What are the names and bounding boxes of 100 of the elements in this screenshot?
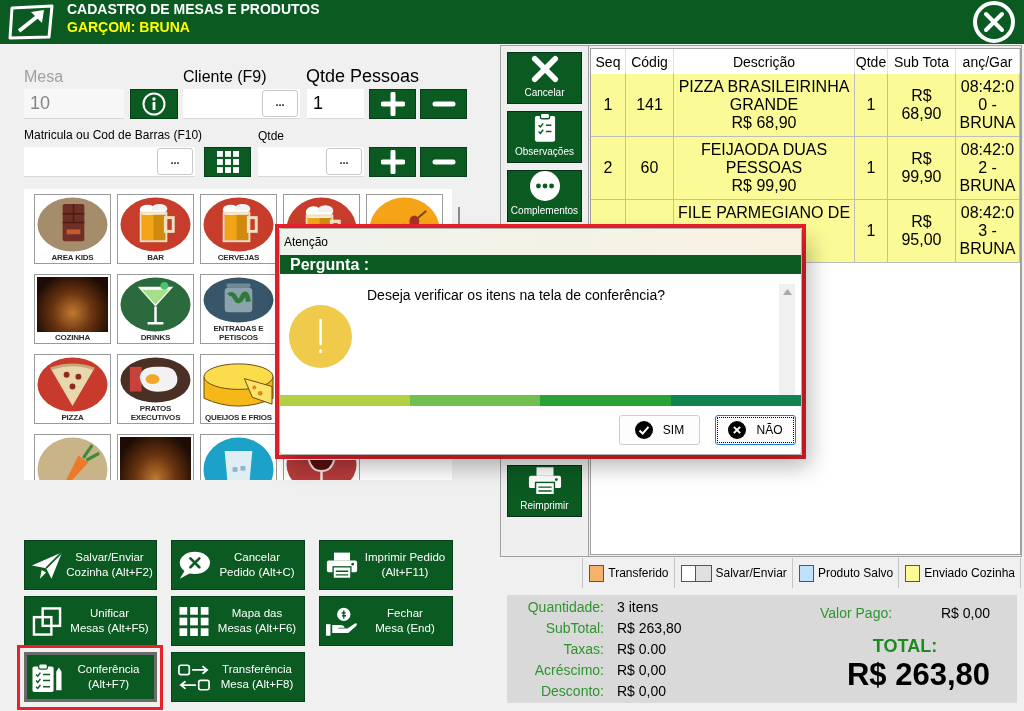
total-value: R$ 263,80 [617,619,682,638]
beer-mug-icon [203,197,274,252]
legend-label: Salvar/Enviar [715,566,787,580]
hand-coin-icon [326,606,358,636]
pizza-slice-icon [37,357,108,412]
warning-icon [289,305,352,368]
dialog-button[interactable]: NÃO [715,415,796,445]
scroll-up-icon [782,289,792,295]
category-tile[interactable]: AREA KIDS [34,194,111,264]
toolbar-button[interactable]: Observações [507,111,582,163]
table-cell: 1 [855,200,888,263]
toolbar-button[interactable]: Complementos [507,170,582,222]
barcode-field[interactable]: ... [24,147,195,177]
table-row[interactable]: 1 141 PIZZA BRASILEIRINHA GRANDE R$ 68,90 1 R$ 68,90 08:42:00 - BRUNA [591,74,1020,137]
speech-bubble-icon [178,550,210,580]
info-icon [142,92,166,116]
cocktail-glass-icon [120,277,191,332]
info-button[interactable] [130,89,178,119]
grid-icon [178,606,210,636]
printer-icon [527,466,562,496]
transfer-arrows-icon [178,662,210,692]
legend-label: Produto Salvo [817,566,894,580]
plus-icon [380,92,405,116]
total-amount: R$ 263,80 [846,658,990,692]
increase-button[interactable] [369,89,416,119]
clipboard-checklist-icon [533,112,556,142]
action-button[interactable]: Unificar Mesas (Alt+F5) [24,596,157,646]
table-row[interactable]: 2 60 FEIJAODA DUAS PESSOAS R$ 99,90 1 R$ 99,90 08:42:02 - BRUNA [591,137,1020,200]
toolbar-button[interactable]: Reimprimir [507,465,582,517]
category-tile[interactable]: BAR [117,194,194,264]
minus-icon [431,101,456,107]
waiter-name: GARÇOM: BRUNA [67,19,190,35]
photo-placeholder [37,277,108,332]
dialog-header: Pergunta : [280,255,801,274]
total-label: Desconto: [540,682,604,701]
legend-label: Enviado Cozinha [924,566,1015,580]
check-icon [634,421,653,439]
printer-icon [326,550,358,580]
client-field[interactable]: ... [183,89,300,119]
decrease-button[interactable] [420,147,467,177]
category-tile[interactable]: PIZZA [34,354,111,424]
dialog-message: Deseja verificar os itens na tela de conferência? [367,287,666,303]
grid-icon [216,151,239,173]
table-cell: 08:42:03 - BRUNA [956,200,1020,263]
browse-button[interactable]: ... [157,148,193,175]
dialog-title: Atenção [284,235,329,249]
overlapping-squares-icon [31,606,63,636]
dialog-button[interactable]: SIM [619,415,700,445]
category-tile[interactable]: QUEIJOS E FRIOS [200,354,277,424]
field-label: Qtde Pessoas [306,66,420,86]
paid-value: R$ 0,00 [940,605,990,622]
decrease-button[interactable] [420,89,467,119]
browse-button[interactable]: ... [262,90,298,117]
action-button[interactable]: Cancelar Pedido (Alt+C) [171,540,305,590]
toolbar-button[interactable]: Cancelar [507,52,582,104]
logo-icon [7,4,55,40]
total-value: R$ 0.00 [617,640,668,659]
total-label: Quantidade: [527,598,604,617]
total-value: 3 itens [617,598,660,617]
field-label: Cliente (F9) [183,68,267,85]
action-button[interactable]: Transferência Mesa (Alt+F8) [171,652,305,702]
more-icon [529,171,560,201]
action-button[interactable]: Imprimir Pedido (Alt+F11) [319,540,453,590]
chocolate-bar-icon [37,197,108,252]
increase-button[interactable] [369,147,416,177]
x-circle-icon [728,421,747,439]
quantity-field[interactable]: ... [258,147,364,177]
table-cell: R$ 95,00 [888,200,956,263]
scrollbar[interactable] [779,284,795,395]
action-button[interactable]: Mapa das Mesas (Alt+F6) [171,596,305,646]
action-button[interactable]: Salvar/Enviar Cozinha (Alt+F2) [24,540,157,590]
clipboard-pencil-icon [31,662,63,692]
total-value: R$ 0,00 [617,682,668,701]
total-value: R$ 0,00 [617,661,668,680]
category-tile[interactable]: ENTRADAS E PETISCOS [200,274,277,344]
field-label: Matricula ou Cod de Barras (F10) [24,128,203,142]
category-tile[interactable]: COZINHA [34,274,111,344]
action-button[interactable]: Conferência (Alt+F7) [24,652,157,702]
paper-plane-icon [31,550,63,580]
cross-icon [530,55,559,83]
keypad-button[interactable] [204,147,251,177]
browse-button[interactable]: ... [326,148,362,175]
field-label: Qtde [258,129,284,143]
category-tile[interactable]: CERVEJAS [200,194,277,264]
beer-mug-icon [120,197,191,252]
category-tile[interactable]: DRINKS [117,274,194,344]
paid-label: Valor Pago: [820,605,893,622]
people-count-field[interactable]: 1 [307,89,364,119]
action-button[interactable]: Fechar Mesa (End) [319,596,453,646]
jar-icon [203,277,274,323]
total-label: TOTAL: [872,636,938,656]
fried-egg-icon [120,357,191,403]
category-tile[interactable]: PRATOS EXECUTIVOS [117,354,194,424]
minus-icon [431,159,456,165]
window-title: CADASTRO DE MESAS E PRODUTOS [67,1,320,17]
legend-label: Transferido [608,566,669,580]
plus-icon [380,150,405,174]
close-button[interactable] [972,1,1016,43]
field-label: Mesa [24,68,64,85]
close-icon [973,1,1015,43]
